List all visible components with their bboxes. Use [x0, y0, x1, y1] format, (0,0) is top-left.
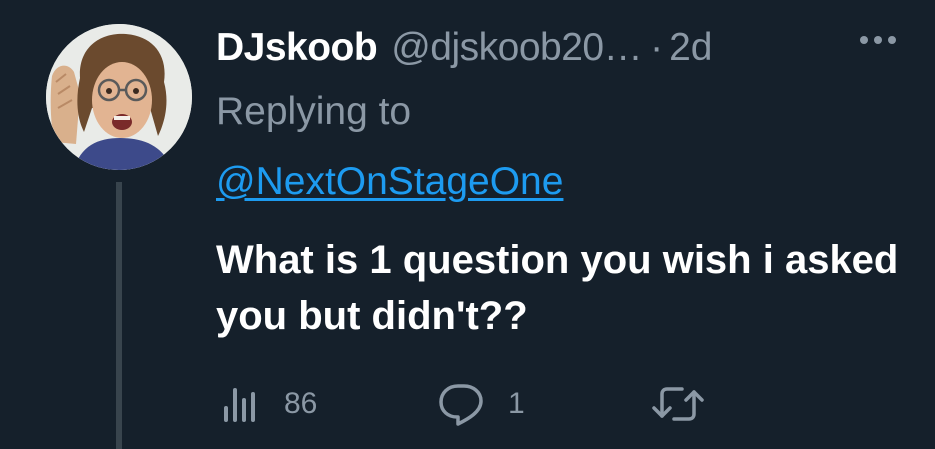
- reply-count: 1: [508, 387, 525, 420]
- replying-to-label: Replying to: [216, 90, 412, 133]
- replying-to-link[interactable]: @NextOnStageOne: [216, 160, 563, 204]
- avatar[interactable]: [46, 24, 192, 170]
- timestamp[interactable]: 2d: [669, 26, 712, 70]
- reply-button[interactable]: 1: [438, 380, 525, 428]
- more-dot: [874, 36, 882, 44]
- views-icon: [224, 388, 255, 422]
- more-dot: [888, 36, 896, 44]
- retweet-icon: [652, 387, 704, 421]
- thread-line: [116, 182, 122, 449]
- tweet-header: DJskoob @djskoob20… · 2d: [216, 20, 713, 76]
- display-name[interactable]: DJskoob: [216, 26, 378, 70]
- action-bar: 86 1: [216, 380, 916, 428]
- user-handle[interactable]: @djskoob20…: [391, 26, 642, 70]
- tweet: DJskoob @djskoob20… · 2d Replying to @Ne…: [0, 0, 935, 449]
- views-count: 86: [284, 387, 318, 420]
- avatar-image: [46, 24, 192, 170]
- tweet-text: What is 1 question you wish i asked you …: [216, 238, 899, 338]
- reply-icon: [439, 384, 483, 426]
- more-dot: [860, 36, 868, 44]
- separator-dot: ·: [650, 26, 664, 69]
- more-icon[interactable]: [860, 36, 896, 44]
- retweet-button[interactable]: [650, 380, 706, 428]
- views-button[interactable]: 86: [220, 380, 317, 428]
